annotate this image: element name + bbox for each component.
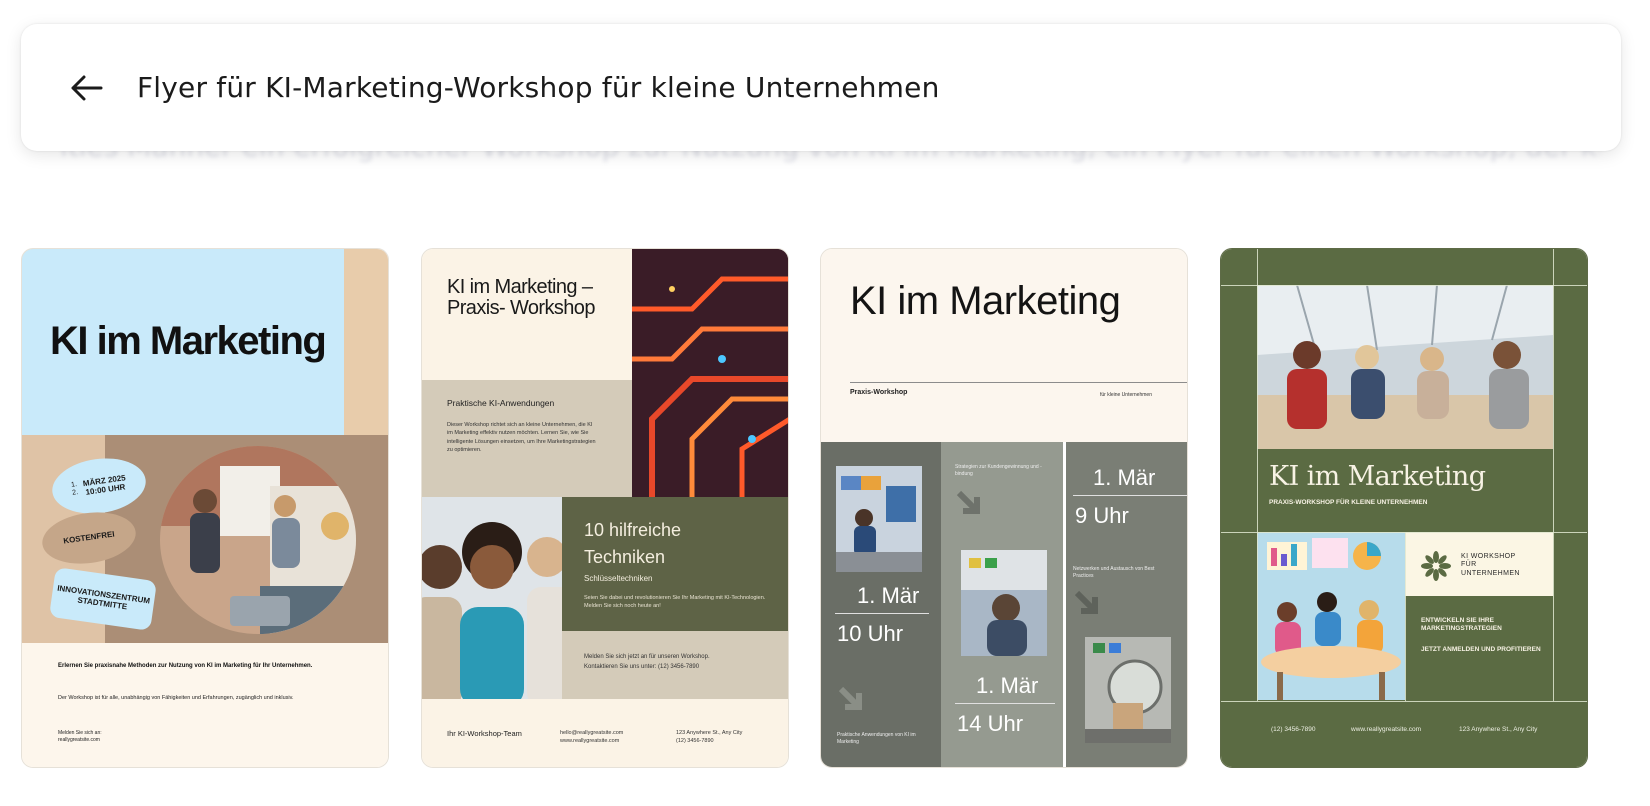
circuit-image <box>632 249 788 497</box>
time-label: 14 Uhr <box>957 711 1024 736</box>
template-text: Dieser Workshop richtet sich an kleine U… <box>447 422 596 453</box>
template-brand: KI WORKSHOP FÜR UNTERNEHMEN <box>1461 553 1520 577</box>
template-highlight-title: 10 hilfreiche Techniken <box>584 520 682 567</box>
template-title: KI im Marketing – Praxis- Workshop <box>447 276 595 319</box>
template-text: Melden Sie sich an: reallygreatsite.com <box>58 730 102 743</box>
date-label: 1. Mär <box>1093 465 1156 490</box>
arrow-icon <box>956 490 980 514</box>
time-label: 10 Uhr <box>837 621 904 646</box>
template-note: Strategien zur Kundengewinnung und -bind… <box>955 464 1042 477</box>
template-note: Netzwerken und Austausch von Best Practi… <box>1073 566 1155 579</box>
template-text: Der Workshop ist für alle, unabhängig vo… <box>58 695 294 701</box>
template-label: für kleine Unternehmen <box>1100 392 1152 398</box>
template-footer-address: 123 Anywhere St., Any City <box>1459 726 1538 733</box>
template-footer-website: www.reallygreatsite.com <box>1351 726 1422 733</box>
date-label: 1. Mär <box>976 673 1039 698</box>
time-label: 9 Uhr <box>1075 503 1129 528</box>
template-footer-address: 123 Anywhere St., Any City (12) 3456-789… <box>676 730 743 744</box>
template-note: Praktische Anwendungen von KI im Marketi… <box>837 732 916 745</box>
team-illustration <box>1257 532 1405 700</box>
template-text: Erlernen Sie praxisnahe Methoden zur Nut… <box>58 663 313 669</box>
template-footer-team: Ihr KI-Workshop-Team <box>447 729 522 738</box>
template-cta: ENTWICKELN SIE IHRE MARKETINGSTRATEGIEN <box>1421 617 1502 633</box>
template-text: Seien Sie dabei und revolutionieren Sie … <box>584 595 766 610</box>
template-label: Praxis-Workshop <box>850 389 908 396</box>
classroom-photo <box>961 550 1047 656</box>
search-query[interactable]: Flyer für KI-Marketing-Workshop für klei… <box>137 71 940 104</box>
date-label: 1. Mär <box>857 583 920 608</box>
search-bar: Flyer für KI-Marketing-Workshop für klei… <box>21 24 1621 151</box>
flower-logo-icon <box>1421 551 1451 581</box>
magnifier-photo <box>1085 637 1171 743</box>
template-subtitle: PRAXIS-WORKSHOP FÜR KLEINE UNTERNEHMEN <box>1269 499 1428 506</box>
classroom-photo <box>836 466 922 572</box>
template-text: Melden Sie sich jetzt an für unseren Wor… <box>584 654 710 670</box>
workshop-photo <box>160 446 356 634</box>
template-highlight-sub: Schlüsseltechniken <box>584 574 653 583</box>
arrow-icon <box>1074 590 1098 614</box>
template-title: KI im Marketing <box>850 279 1121 323</box>
template-footer-phone: (12) 3456-7890 <box>1271 726 1316 733</box>
template-card-2[interactable]: KI im Marketing – Praxis- Workshop Prakt… <box>421 248 789 768</box>
template-card-3[interactable]: KI im Marketing Praxis-Workshop für klei… <box>820 248 1188 768</box>
template-section: Praktische KI-Anwendungen <box>447 398 555 408</box>
template-card-1[interactable]: KI im Marketing 1. 2. MÄRZ 2025 10:00 UH… <box>21 248 389 768</box>
template-title: KI im Marketing <box>50 319 327 363</box>
template-card-4[interactable]: KI im Marketing PRAXIS-WORKSHOP FÜR KLEI… <box>1220 248 1588 768</box>
back-arrow-icon[interactable] <box>67 68 107 108</box>
template-footer-contact: hello@reallygreatsite.com www.reallygrea… <box>560 730 624 744</box>
meeting-photo <box>1257 285 1553 449</box>
arrow-icon <box>838 686 862 710</box>
template-cta: JETZT ANMELDEN UND PROFITIEREN <box>1421 646 1541 653</box>
template-title: KI im Marketing <box>1269 461 1486 492</box>
people-photo <box>422 497 562 699</box>
